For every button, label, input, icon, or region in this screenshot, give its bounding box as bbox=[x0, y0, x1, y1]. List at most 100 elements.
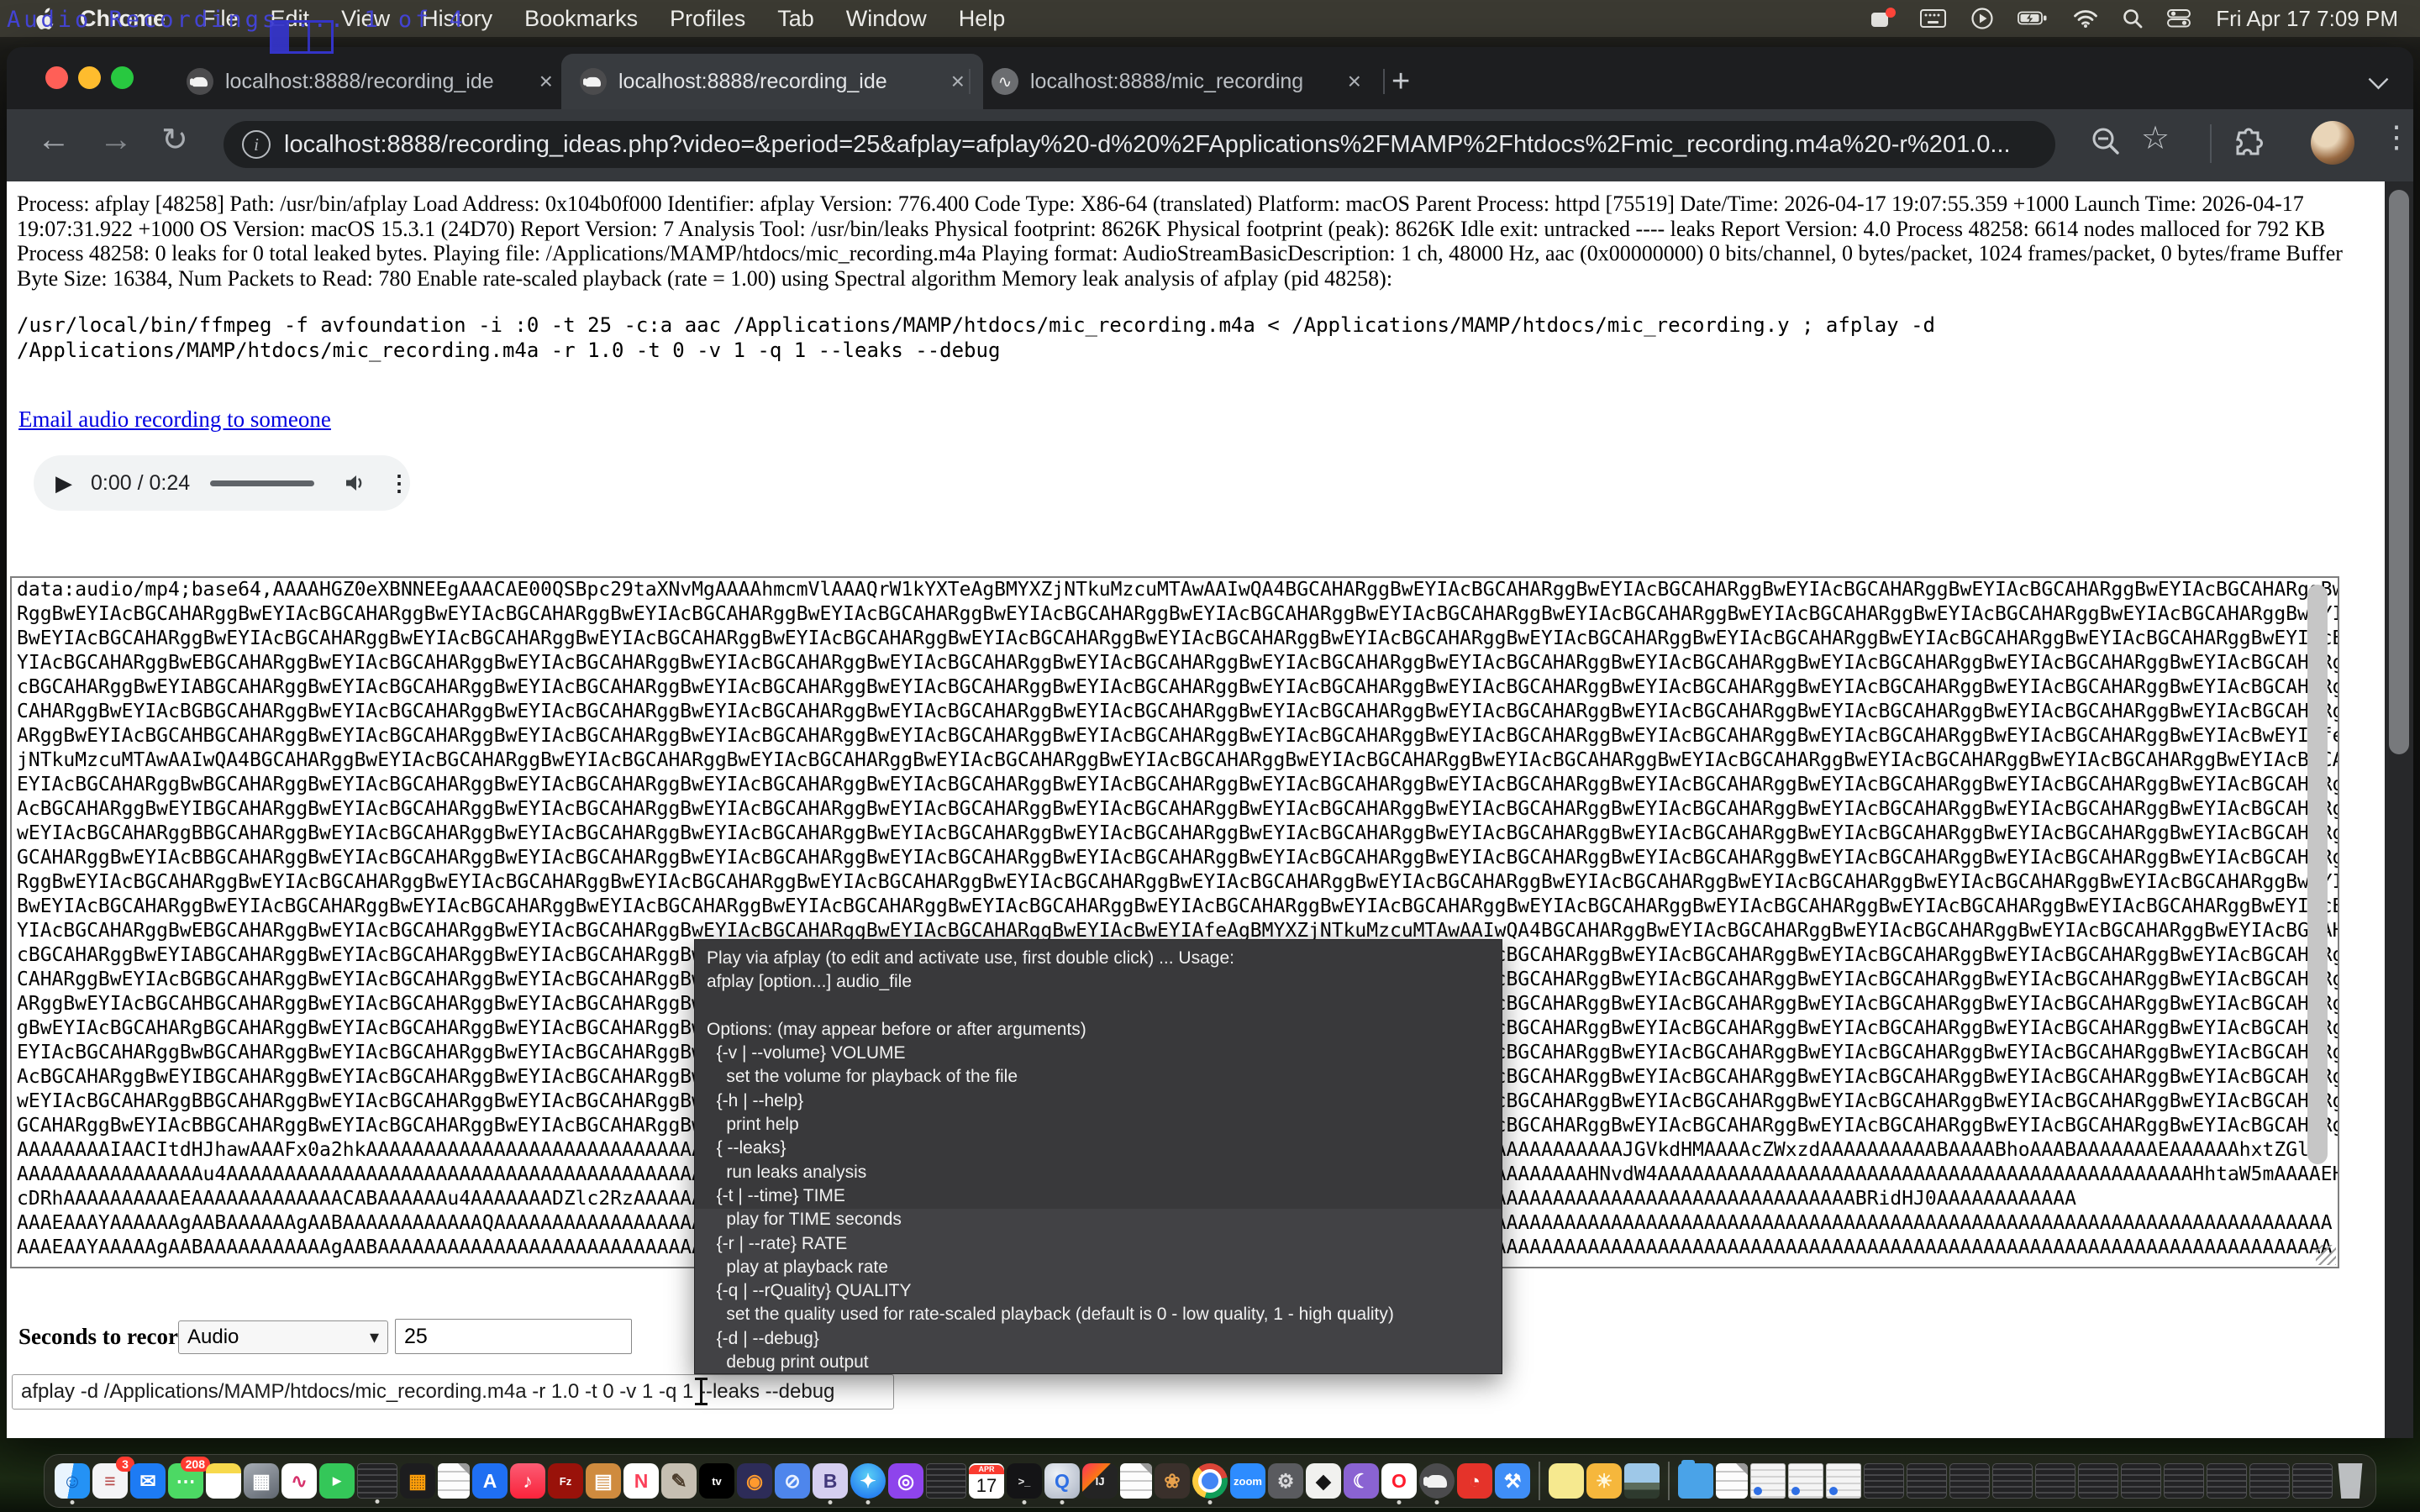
menu-item-bookmarks[interactable]: Bookmarks bbox=[508, 6, 654, 32]
window-zoom-button[interactable] bbox=[111, 66, 134, 89]
dock-item-hints[interactable]: ☀ bbox=[1586, 1463, 1622, 1499]
dock-item-xcode[interactable]: ⚒ bbox=[1495, 1463, 1530, 1499]
page-scrollbar-thumb[interactable] bbox=[2389, 190, 2409, 754]
menubar-clock[interactable]: Fri Apr 17 7:09 PM bbox=[2216, 6, 2398, 32]
dock-item-facetime[interactable]: ▶ bbox=[319, 1463, 355, 1499]
tab-close-icon[interactable]: × bbox=[946, 68, 970, 95]
dock-item-terminal[interactable]: >_ bbox=[1007, 1463, 1042, 1499]
dock-item-minimized-terminal[interactable] bbox=[2078, 1463, 2118, 1499]
dock-item-inkscape[interactable]: ◆ bbox=[1306, 1463, 1341, 1499]
audio-player[interactable]: ▶ 0:00 / 0:24 ⋮ bbox=[34, 455, 410, 511]
dock-item-minimized-document[interactable] bbox=[1788, 1463, 1823, 1499]
dock-item-minimized-terminal[interactable] bbox=[1949, 1463, 1990, 1499]
dock-item-mail[interactable]: ✉ bbox=[130, 1463, 166, 1499]
dock-item-minimized-terminal[interactable] bbox=[2292, 1463, 2333, 1499]
dock-item-books[interactable]: ▤ bbox=[586, 1463, 621, 1499]
textarea-resize-handle[interactable] bbox=[2316, 1245, 2336, 1265]
keyboard-icon[interactable] bbox=[1920, 7, 1947, 30]
dock-item-news[interactable]: N bbox=[623, 1463, 659, 1499]
forward-button[interactable]: → bbox=[99, 121, 133, 159]
profile-avatar[interactable] bbox=[2311, 121, 2354, 165]
browser-tab-2[interactable]: localhost:8888/recording_ide× bbox=[561, 54, 983, 109]
dock-item-reminders[interactable]: ≡3 bbox=[92, 1463, 128, 1499]
browser-tab-3[interactable]: ∿localhost:8888/mic_recording× bbox=[973, 54, 1380, 109]
dock-item-launchpad[interactable]: ▦ bbox=[244, 1463, 279, 1499]
window-minimize-button[interactable] bbox=[78, 66, 101, 89]
dock-item-calendar[interactable]: APR17 bbox=[969, 1463, 1004, 1499]
tab-close-icon[interactable]: × bbox=[534, 68, 558, 95]
url-text[interactable]: localhost:8888/recording_ideas.php?video… bbox=[284, 131, 2011, 159]
play-button[interactable]: ▶ bbox=[55, 470, 72, 496]
dock-item-minimized-terminal[interactable] bbox=[1864, 1463, 1904, 1499]
address-bar[interactable]: i localhost:8888/recording_ideas.php?vid… bbox=[224, 121, 2055, 168]
dock-item-desktop-picture[interactable] bbox=[1624, 1463, 1660, 1499]
play-circle-icon[interactable] bbox=[1970, 7, 1994, 30]
dock-item-textedit[interactable] bbox=[1120, 1463, 1152, 1499]
battery-icon[interactable] bbox=[2018, 7, 2049, 30]
dock-item-downloads-folder[interactable] bbox=[1678, 1463, 1713, 1499]
media-type-select[interactable]: Audio ▾ bbox=[178, 1320, 388, 1354]
new-tab-button[interactable]: + bbox=[1392, 66, 1410, 97]
screen-record-icon[interactable] bbox=[1870, 7, 1897, 30]
dock-item-notes[interactable] bbox=[206, 1463, 241, 1499]
dock-item-firefox[interactable]: ◉ bbox=[737, 1463, 772, 1499]
seconds-input[interactable] bbox=[395, 1319, 632, 1354]
dock-item-system-settings[interactable]: ⚙ bbox=[1268, 1463, 1303, 1499]
dock-item-minimized-terminal[interactable] bbox=[2164, 1463, 2204, 1499]
dock-item-gimp[interactable]: ✎ bbox=[661, 1463, 697, 1499]
dock-item-intellij[interactable]: IJ bbox=[1082, 1463, 1118, 1499]
dock-item-bbedit[interactable]: B bbox=[813, 1463, 848, 1499]
dock-item-minimized-terminal[interactable] bbox=[2121, 1463, 2161, 1499]
dock-item-documents-stack[interactable] bbox=[1716, 1463, 1748, 1499]
search-icon[interactable] bbox=[2089, 124, 2123, 162]
dock-item-safari[interactable]: ✦ bbox=[850, 1463, 886, 1499]
textarea-scrollbar-thumb[interactable] bbox=[2307, 585, 2328, 1164]
wifi-icon[interactable] bbox=[2073, 7, 2098, 30]
dock-item-calculator[interactable]: ▦ bbox=[400, 1463, 435, 1499]
menu-item-tab[interactable]: Tab bbox=[761, 6, 830, 32]
dock-item-trash[interactable] bbox=[2335, 1463, 2365, 1499]
dock-item-minimized-terminal[interactable] bbox=[2249, 1463, 2290, 1499]
tab-search-chevron-icon[interactable] bbox=[2370, 71, 2391, 86]
reload-button[interactable]: ↻ bbox=[161, 121, 188, 159]
dock-item-minimized-document[interactable] bbox=[1826, 1463, 1861, 1499]
dock-item-minimized-terminal[interactable] bbox=[2035, 1463, 2075, 1499]
control-center-icon[interactable] bbox=[2167, 7, 2191, 30]
dock-item-music[interactable]: ♪ bbox=[510, 1463, 545, 1499]
dock-item-freeform[interactable]: ∿ bbox=[281, 1463, 317, 1499]
afplay-command-input[interactable] bbox=[12, 1374, 894, 1410]
dock-item-prohibited-app[interactable]: ⊘ bbox=[775, 1463, 810, 1499]
dock-item-podcasts[interactable]: ◎ bbox=[888, 1463, 923, 1499]
dock-item-minimized-document[interactable] bbox=[1750, 1463, 1786, 1499]
menu-item-window[interactable]: Window bbox=[830, 6, 943, 32]
site-info-icon[interactable]: i bbox=[242, 130, 271, 159]
dock-item-stickies[interactable] bbox=[1549, 1463, 1584, 1499]
dock-item-finder[interactable]: ☺ bbox=[55, 1463, 90, 1499]
menu-item-profiles[interactable]: Profiles bbox=[654, 6, 761, 32]
browser-tab-1[interactable]: localhost:8888/recording_ide× bbox=[168, 54, 571, 109]
dock-item-app-store[interactable]: A bbox=[472, 1463, 508, 1499]
dock-item-apple-tv[interactable]: tv bbox=[699, 1463, 734, 1499]
dock-item-speed-dial[interactable]: ◔ bbox=[1457, 1463, 1492, 1499]
dock-item-zoom[interactable]: zoom bbox=[1230, 1463, 1265, 1499]
page-scrollbar[interactable] bbox=[2385, 181, 2413, 1438]
audio-menu-dots-icon[interactable]: ⋮ bbox=[388, 470, 410, 496]
spotlight-icon[interactable] bbox=[2122, 7, 2144, 30]
menu-item-help[interactable]: Help bbox=[943, 6, 1022, 32]
dock-item-minimized-terminal[interactable] bbox=[1992, 1463, 2033, 1499]
dock-item-opera[interactable]: O bbox=[1381, 1463, 1417, 1499]
window-close-button[interactable] bbox=[45, 66, 68, 89]
back-button[interactable]: ← bbox=[37, 121, 71, 159]
browser-menu-dots-icon[interactable]: ⋮ bbox=[2381, 119, 2412, 155]
bookmark-star-icon[interactable]: ☆ bbox=[2141, 119, 2170, 157]
dock-item-libreoffice[interactable] bbox=[438, 1463, 470, 1499]
volume-icon[interactable] bbox=[343, 472, 368, 494]
extensions-puzzle-icon[interactable] bbox=[2230, 124, 2267, 165]
dock-item-chrome[interactable] bbox=[1192, 1463, 1228, 1499]
tab-close-icon[interactable]: × bbox=[1343, 68, 1366, 95]
dock-item-messages[interactable]: ⋯208 bbox=[168, 1463, 203, 1499]
dock-item-minimized-terminal[interactable] bbox=[2207, 1463, 2247, 1499]
dock-item-filezilla[interactable]: Fz bbox=[548, 1463, 583, 1499]
audio-progress-slider[interactable] bbox=[210, 480, 314, 486]
dock-item-mamp[interactable] bbox=[1419, 1463, 1455, 1499]
